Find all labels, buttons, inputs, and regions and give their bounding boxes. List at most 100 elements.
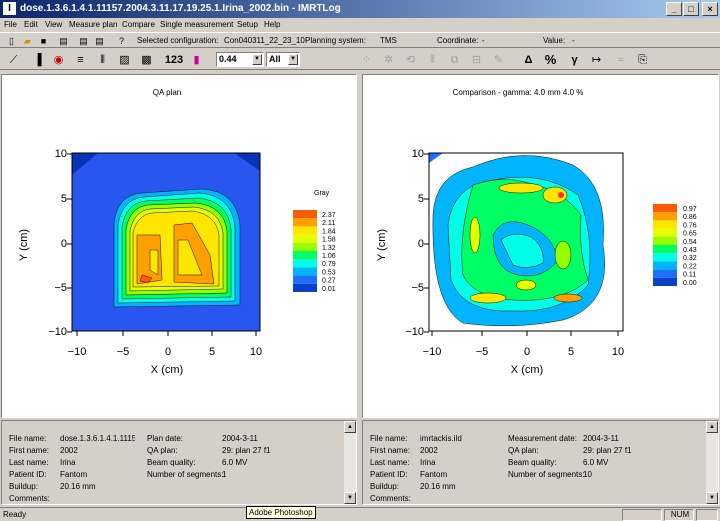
- line-profile-icon[interactable]: ⟋: [5, 51, 22, 67]
- right-colorbar-tick: 0.65: [683, 231, 697, 238]
- left-plot-area: [67, 152, 261, 336]
- left-info-value: 1: [222, 470, 227, 479]
- left-y-tick: −10: [48, 326, 67, 338]
- percent-icon[interactable]: %: [542, 51, 559, 67]
- menu-view[interactable]: View: [45, 19, 62, 31]
- color-map-icon[interactable]: ◉: [50, 51, 67, 67]
- scroll-down-icon[interactable]: ▼: [706, 492, 718, 504]
- zoom-dropdown-arrow-icon[interactable]: ▼: [252, 54, 262, 65]
- print-preview-icon[interactable]: ▤: [93, 35, 106, 47]
- left-info-scrollbar[interactable]: ▲ ▼: [344, 421, 356, 504]
- scroll-up-icon[interactable]: ▲: [344, 421, 356, 433]
- left-y-tick: −5: [54, 282, 67, 294]
- right-colorbar-swatch: [653, 236, 677, 245]
- grid-points-icon[interactable]: ⁘: [358, 51, 375, 67]
- taskbar-tooltip: Adobe Photoshop: [246, 506, 316, 519]
- comparison-pane: Comparison - gamma: 4.0 mm 4.0 % 0.97 0.8…: [362, 74, 719, 418]
- zoom-value: 0.44: [219, 54, 237, 64]
- edit-icon[interactable]: ✎: [490, 51, 507, 67]
- segment-select[interactable]: All ▼: [266, 52, 300, 67]
- left-colorbar-swatch: [293, 267, 317, 276]
- right-contour-level: [469, 216, 481, 254]
- histogram-icon[interactable]: ▮: [188, 51, 205, 67]
- left-x-tick: −5: [117, 346, 130, 358]
- right-colorbar-swatch: [653, 204, 677, 213]
- left-colorbar-swatch: [293, 275, 317, 284]
- left-info-label: Last name:: [9, 458, 49, 467]
- view-toolbar: ⟋ ▌ ◉ ≡ ⦀ ▨ ▩ 123 ▮ 0.44 ▼ All ▼ ⁘ ✲ ⟲ ⫴…: [0, 48, 720, 70]
- menu-measure-plan[interactable]: Measure plan: [69, 19, 117, 31]
- right-colorbar-swatch: [653, 277, 677, 286]
- print-setup-icon[interactable]: ▤: [77, 35, 90, 47]
- left-info-label: QA plan:: [147, 446, 178, 455]
- maximize-button[interactable]: □: [683, 2, 699, 16]
- left-info-value: 2004-3-11: [222, 434, 258, 443]
- left-info-label: First name:: [9, 446, 50, 455]
- minimize-button[interactable]: _: [666, 2, 682, 16]
- show-numbers-icon[interactable]: 123: [162, 51, 186, 67]
- grayscale-icon[interactable]: ▌: [33, 51, 50, 67]
- menu-setup[interactable]: Setup: [237, 19, 258, 31]
- status-bar: Ready NUM: [0, 507, 720, 521]
- left-colorbar-swatch: [293, 259, 317, 268]
- planning-system-value: TMS: [380, 36, 397, 45]
- right-colorbar-swatch: [653, 253, 677, 262]
- menu-compare[interactable]: Compare: [122, 19, 155, 31]
- right-chart-title: Comparison - gamma: 4.0 mm 4.0 %: [453, 88, 584, 97]
- gamma-icon[interactable]: γ: [566, 51, 583, 67]
- vertical-lines-icon[interactable]: ⦀: [94, 51, 111, 67]
- export-icon[interactable]: ⎘: [634, 51, 651, 67]
- delta-icon[interactable]: Δ: [520, 51, 537, 67]
- right-info-label: Comments:: [370, 494, 411, 503]
- columns-icon[interactable]: ⫴: [424, 51, 441, 67]
- right-contour-level: [553, 293, 583, 303]
- right-info-value: Irina: [420, 458, 436, 467]
- wave-icon[interactable]: ≈: [612, 51, 629, 67]
- segment-dropdown-arrow-icon[interactable]: ▼: [288, 54, 298, 65]
- scatter-icon[interactable]: ✲: [380, 51, 397, 67]
- rotate-icon[interactable]: ⟲: [402, 51, 419, 67]
- diagonal-lines-icon[interactable]: ▨: [116, 51, 133, 67]
- cross-hatch-icon[interactable]: ▩: [138, 51, 155, 67]
- left-colorbar-tick: 2.11: [322, 220, 335, 227]
- right-info-label: Last name:: [370, 458, 410, 467]
- zoom-select[interactable]: 0.44 ▼: [216, 52, 264, 67]
- right-info-label: Buildup:: [370, 482, 399, 491]
- left-y-tick: 5: [61, 193, 67, 205]
- close-button[interactable]: ×: [702, 2, 718, 16]
- left-colorbar-tick: 1.06: [322, 253, 336, 260]
- right-info-label: Beam quality:: [508, 458, 557, 467]
- gamma-comparison-chart[interactable]: Comparison - gamma: 4.0 mm 4.0 % 0.970.8…: [363, 75, 718, 417]
- menu-file[interactable]: File: [4, 19, 17, 31]
- right-plot-area: [424, 152, 624, 336]
- new-file-icon[interactable]: ▯: [5, 35, 18, 47]
- scroll-down-icon[interactable]: ▼: [344, 492, 356, 504]
- menu-help[interactable]: Help: [264, 19, 280, 31]
- right-info-label: First name:: [370, 446, 411, 455]
- horizontal-lines-icon[interactable]: ≡: [72, 51, 89, 67]
- right-info-label: Measurement date:: [508, 434, 577, 443]
- right-x-tick: −5: [476, 346, 489, 358]
- distance-icon[interactable]: ↦: [588, 51, 605, 67]
- left-info-value: 29: plan 27 f1: [222, 446, 271, 455]
- right-info-scrollbar[interactable]: ▲ ▼: [706, 421, 718, 504]
- stack-icon[interactable]: ⧉: [446, 51, 463, 67]
- qa-plan-info-panel: File name: dose.1.3.6.1.4.1.1115: Plan dat…: [1, 420, 357, 505]
- left-colorbar: 2.372.111.84 1.581.321.060.790.53 0.270.01: [293, 210, 336, 293]
- left-info-label: Number of segments:: [147, 470, 224, 479]
- coordinate-label: Coordinate:: [437, 36, 479, 45]
- left-info-label: Patient ID:: [9, 470, 47, 479]
- left-colorbar-tick: 1.84: [322, 228, 336, 235]
- qa-plan-chart[interactable]: QA plan Gray 2.372.111.84 1.581.321.060.7…: [2, 75, 356, 417]
- menu-edit[interactable]: Edit: [24, 19, 38, 31]
- scroll-up-icon[interactable]: ▲: [706, 421, 718, 433]
- right-info-value: 29: plan 27 f1: [583, 446, 632, 455]
- right-y-tick: 5: [418, 193, 424, 205]
- open-folder-icon[interactable]: ▰: [21, 35, 34, 47]
- left-colorbar-swatch: [293, 242, 317, 251]
- print-icon[interactable]: ▤: [57, 35, 70, 47]
- layers-icon[interactable]: ⊟: [468, 51, 485, 67]
- save-icon[interactable]: ■: [37, 35, 50, 47]
- help-icon[interactable]: ?: [115, 35, 128, 47]
- menu-single-measurement[interactable]: Single measurement: [160, 19, 233, 31]
